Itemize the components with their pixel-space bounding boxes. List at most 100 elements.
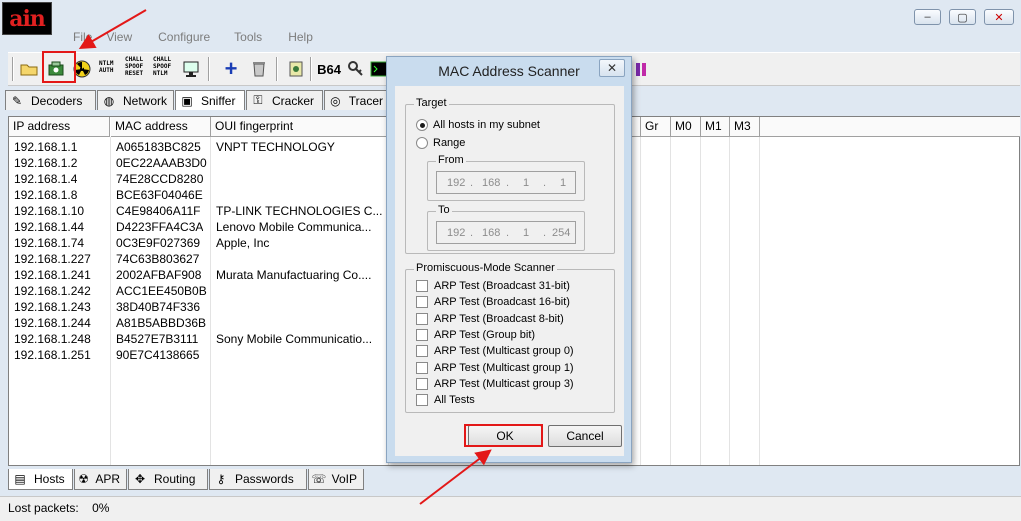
tab-routing[interactable]: ✥ Routing [128, 469, 208, 490]
ip-octet: 254 [552, 226, 571, 239]
checkbox-unchecked-icon [416, 312, 428, 325]
minimize-button[interactable]: ‒ [914, 9, 941, 25]
test-label: ARP Test (Multicast group 1) [434, 361, 574, 374]
checkbox-unchecked-icon [416, 280, 428, 292]
title-bar: ‒ ▢ ✕ [0, 0, 1021, 30]
test-label: ARP Test (Multicast group 3) [434, 377, 574, 390]
cancel-button[interactable]: Cancel [548, 425, 622, 447]
oui-cell: Murata Manufactuaring Co.... [216, 268, 372, 282]
test-checkbox[interactable]: ARP Test (Multicast group 1) [416, 361, 574, 374]
chall-spoof-ntlm-icon[interactable]: CHALL SPOOF NTLM [153, 56, 171, 77]
mac-cell: ACC1EE450B0B [116, 284, 207, 298]
open-folder-icon[interactable] [18, 57, 40, 81]
mac-cell: 0EC22AAAB3D0 [116, 156, 207, 170]
menu-view[interactable]: View [99, 30, 139, 48]
column-header-ip[interactable]: IP address [9, 117, 110, 137]
ip-cell: 192.168.1.1 [14, 140, 78, 154]
column-header-m3[interactable]: M3 [730, 117, 760, 137]
ip-cell: 192.168.1.251 [14, 348, 91, 362]
routing-icon: ✥ [134, 472, 146, 486]
target-group: Target All hosts in my subnet Range From… [405, 97, 615, 254]
test-checkbox[interactable]: All Tests [416, 394, 475, 407]
test-checkbox[interactable]: ARP Test (Group bit) [416, 328, 536, 341]
voip-icon: ☏ [311, 472, 327, 486]
to-legend: To [436, 204, 452, 216]
test-checkbox[interactable]: ARP Test (Broadcast 31-bit) [416, 280, 570, 292]
menu-help[interactable]: Help [281, 30, 320, 48]
from-legend: From [436, 154, 466, 166]
restore-button[interactable]: ▢ [949, 9, 976, 25]
dialog-close-button[interactable]: ✕ [599, 59, 625, 77]
test-checkbox[interactable]: ARP Test (Multicast group 3) [416, 377, 574, 390]
to-ip-field[interactable]: 192 . 168 . 1 . 254 [436, 221, 576, 244]
tab-label: Cracker [272, 93, 315, 108]
key-icon[interactable] [345, 57, 367, 81]
tab-label: Sniffer [201, 93, 236, 108]
ip-octet: 1 [560, 176, 567, 189]
ip-cell: 192.168.1.10 [14, 204, 85, 218]
tab-label: Tracer [348, 93, 383, 108]
test-checkbox[interactable]: ARP Test (Broadcast 8-bit) [416, 312, 564, 325]
column-header-m0[interactable]: M0 [671, 117, 701, 137]
menu-configure[interactable]: Configure [151, 30, 217, 48]
mac-cell: A81B5ABBD36B [116, 316, 207, 330]
tab-cracker[interactable]: ⚿ Cracker [246, 90, 323, 110]
tab-sniffer[interactable]: ▣ Sniffer [175, 90, 245, 110]
delete-icon[interactable] [248, 57, 270, 81]
tab-voip[interactable]: ☏ VoIP [308, 469, 364, 490]
test-checkbox[interactable]: ARP Test (Multicast group 0) [416, 345, 574, 358]
menu-file[interactable]: File [66, 30, 99, 48]
column-header-gr[interactable]: Gr [641, 117, 671, 137]
tab-hosts[interactable]: ▤ Hosts [8, 469, 73, 490]
tab-passwords[interactable]: ⚷ Passwords [209, 469, 307, 490]
all-hosts-radio[interactable]: All hosts in my subnet [416, 119, 540, 131]
ip-octet: 192 [447, 226, 466, 239]
range-radio[interactable]: Range [416, 137, 465, 149]
status-bar: Lost packets: 0% [0, 496, 1021, 521]
column-header-m1[interactable]: M1 [701, 117, 730, 137]
tab-decoders[interactable]: ✎ Decoders [5, 90, 96, 110]
chall-spoof-reset-icon[interactable]: CHALL SPOOF RESET [125, 56, 143, 77]
menu-tools[interactable]: Tools [227, 30, 269, 48]
tab-label: Decoders [31, 93, 83, 108]
to-group: To 192 . 168 . 1 . 254 [427, 204, 585, 251]
cain-main-window: ‒ ▢ ✕ ain File View Configure Tools Help… [0, 0, 1021, 521]
ip-cell: 192.168.1.227 [14, 252, 91, 266]
tab-label: VoIP [331, 472, 357, 486]
test-label: ARP Test (Multicast group 0) [434, 345, 574, 358]
highlight-ok-button [464, 424, 543, 447]
ip-cell: 192.168.1.242 [14, 284, 91, 298]
test-label: ARP Test (Broadcast 8-bit) [434, 312, 564, 325]
tab-apr[interactable]: ☢ APR [74, 469, 127, 490]
tracer-icon: ◎ [330, 93, 341, 108]
oui-cell: Apple, Inc [216, 236, 270, 250]
oui-cell: TP-LINK TECHNOLOGIES C... [216, 204, 383, 218]
test-label: ARP Test (Broadcast 31-bit) [434, 280, 570, 292]
oui-cell: Lenovo Mobile Communica... [216, 220, 372, 234]
ntlm-auth-icon[interactable]: NTLM AUTH [99, 60, 113, 74]
certificate-icon[interactable] [285, 57, 307, 81]
test-checkbox[interactable]: ARP Test (Broadcast 16-bit) [416, 296, 570, 309]
close-button[interactable]: ✕ [984, 9, 1014, 25]
from-ip-field[interactable]: 192 . 168 . 1 . 1 [436, 171, 576, 194]
bottom-tab-bar: ▤ Hosts ☢ APR ✥ Routing ⚷ Passwords ☏ Vo… [8, 469, 365, 490]
add-icon[interactable]: + [220, 56, 242, 81]
apr-icon: ☢ [78, 472, 90, 486]
checkbox-unchecked-icon [416, 328, 428, 341]
checkbox-unchecked-icon [416, 361, 428, 374]
tab-tracer[interactable]: ◎ Tracer [324, 90, 390, 110]
ip-octet: 168 [482, 176, 501, 189]
from-group: From 192 . 168 . 1 . 1 [427, 154, 585, 201]
column-header-mac[interactable]: MAC address [111, 117, 211, 137]
base64-icon[interactable]: B64 [317, 57, 341, 81]
test-label: ARP Test (Group bit) [434, 328, 536, 341]
column-header-oui[interactable]: OUI fingerprint [211, 117, 389, 137]
mac-cell: 74C63B803627 [116, 252, 200, 266]
mac-cell: 38D40B74F336 [116, 300, 201, 314]
text-tool-icon[interactable] [630, 57, 652, 81]
monitor-icon[interactable] [180, 57, 202, 81]
ip-cell: 192.168.1.241 [14, 268, 91, 282]
checkbox-unchecked-icon [416, 377, 428, 390]
tab-network[interactable]: ◍ Network [97, 90, 174, 110]
oui-cell: VNPT TECHNOLOGY [216, 140, 335, 154]
